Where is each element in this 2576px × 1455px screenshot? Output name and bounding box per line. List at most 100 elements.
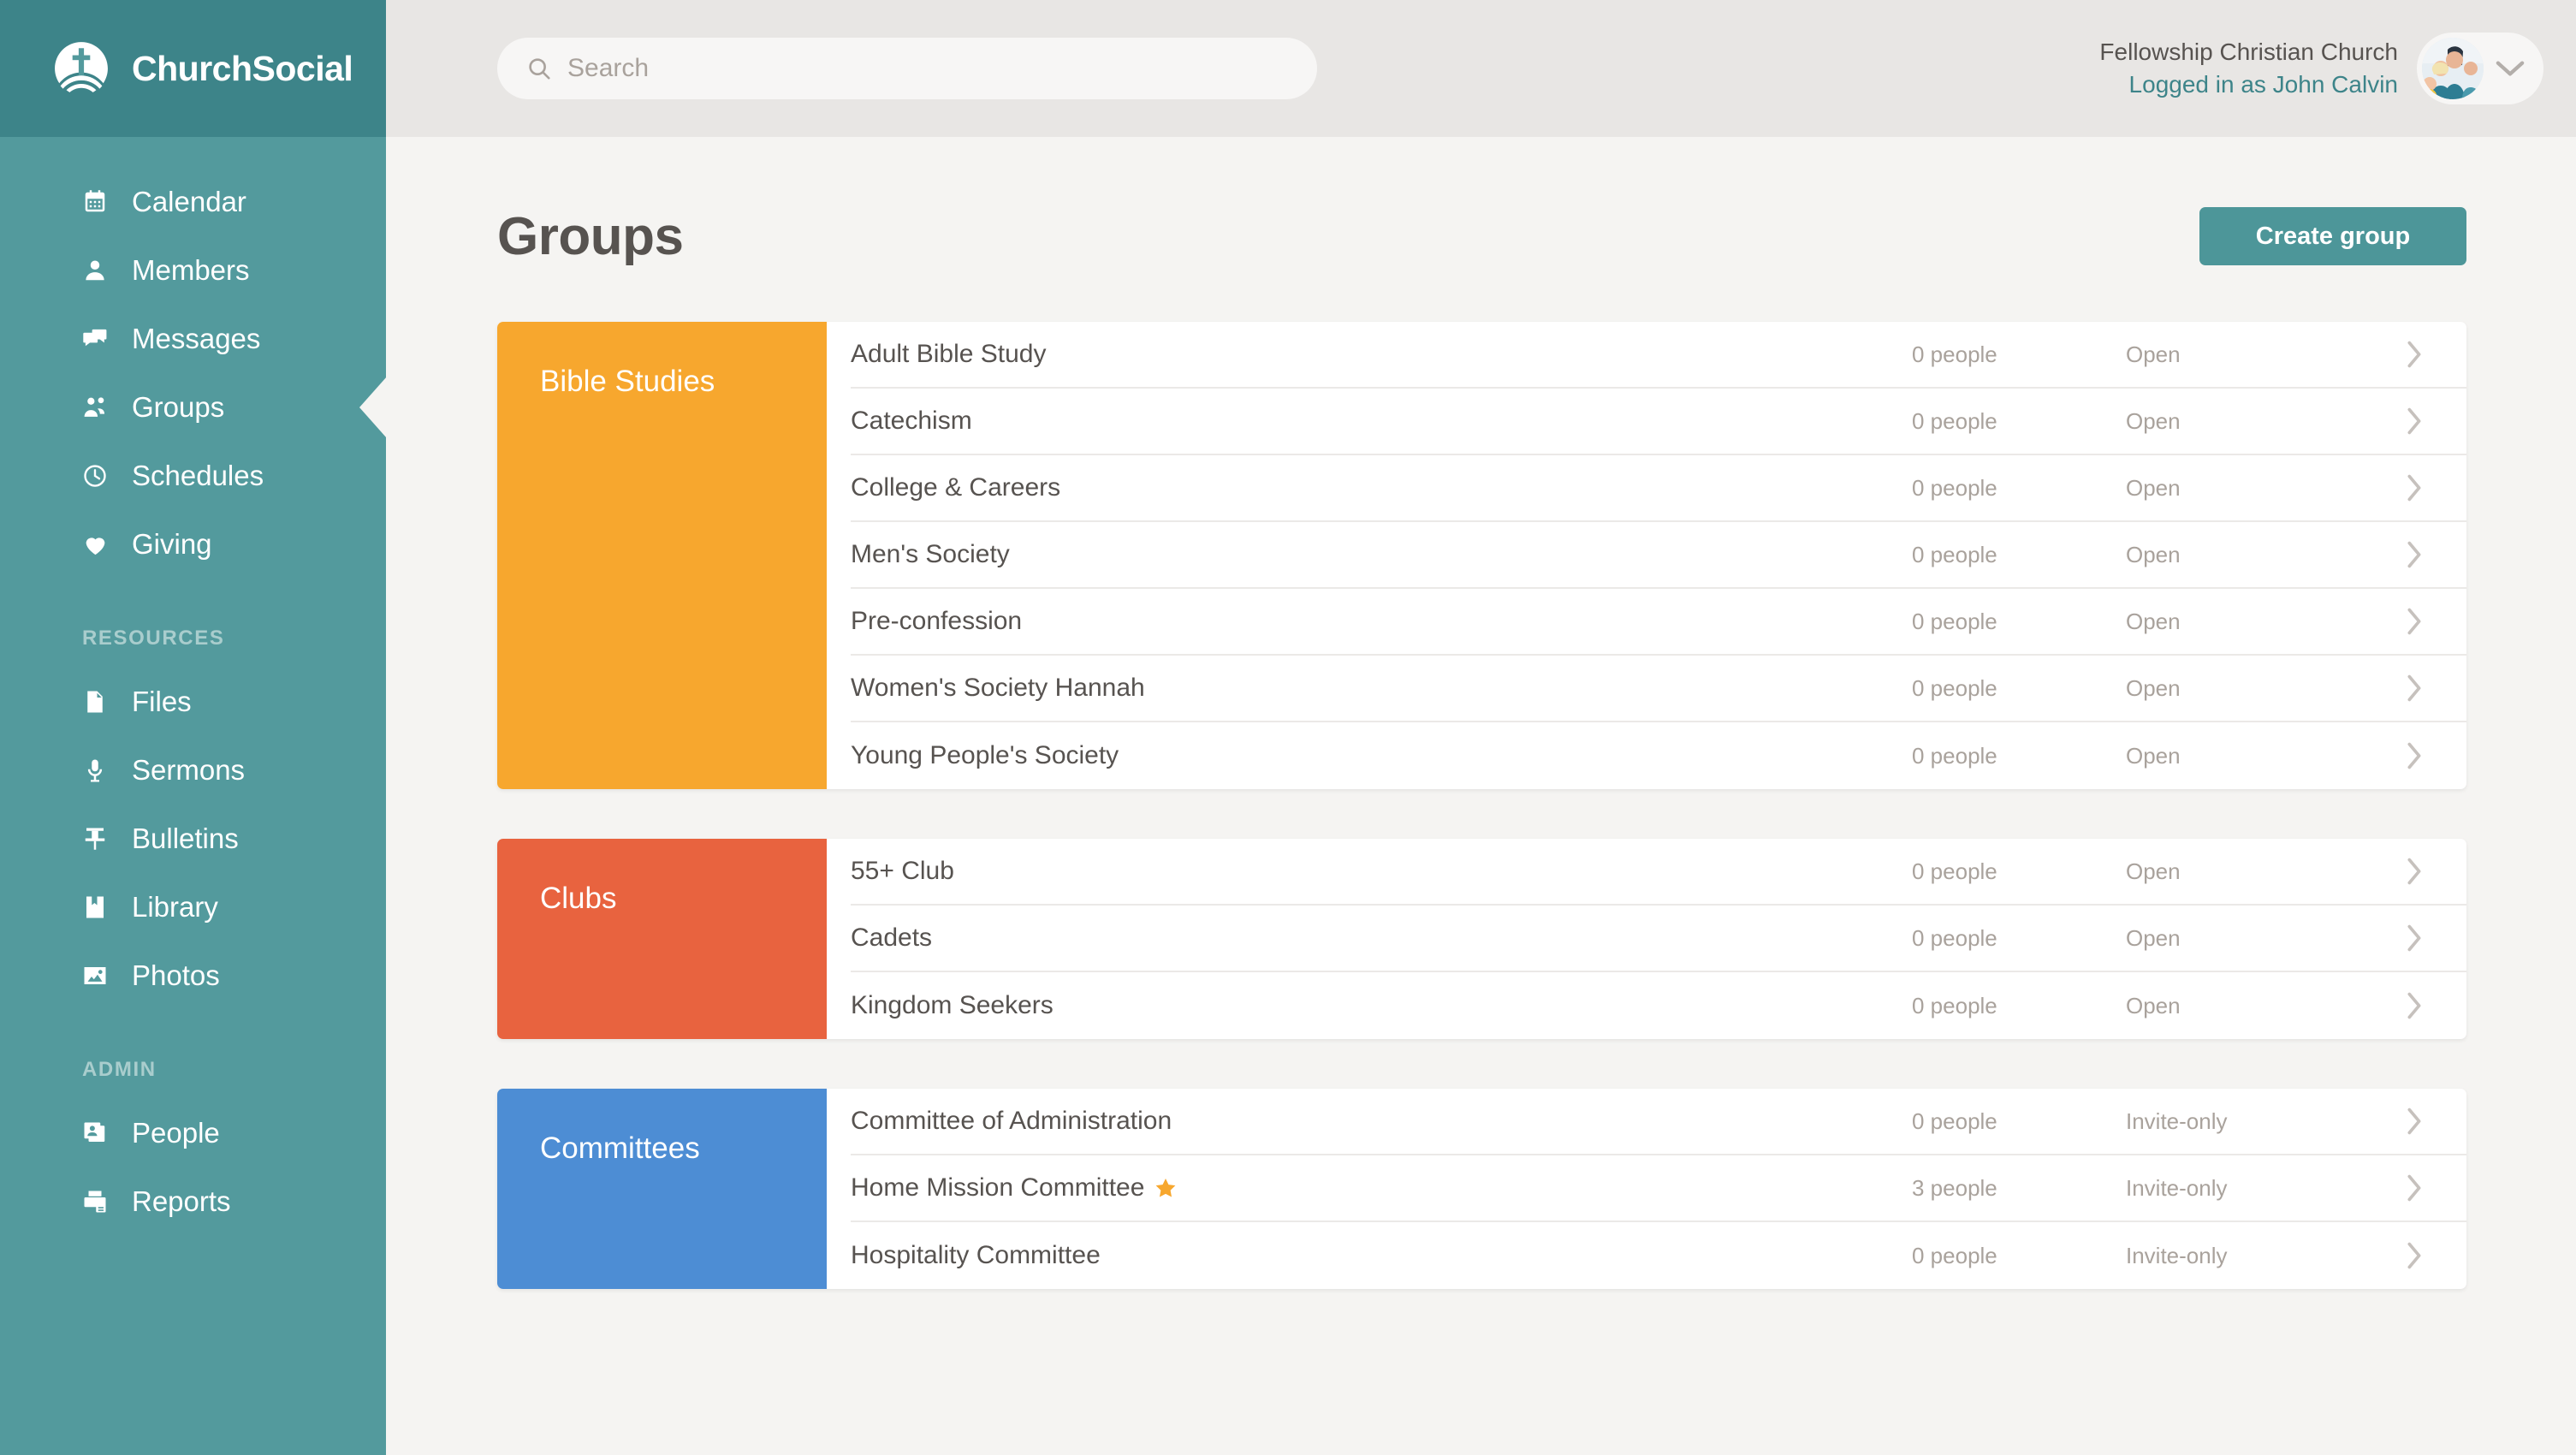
search-icon [526,56,552,81]
page-header: Groups Create group [497,197,2466,276]
sidebar-item-label: People [132,1117,220,1149]
group-row[interactable]: Young People's Society 0 people Open [851,722,2466,789]
printer-icon [80,1187,110,1216]
group-people-count: 0 people [1912,341,1997,367]
sidebar-item-label: Calendar [132,186,246,217]
chevron-right-icon[interactable] [2400,473,2429,502]
group-name-cell: Hospitality Committee [851,1241,1912,1270]
account-pill[interactable] [2417,33,2543,104]
account-church-name: Fellowship Christian Church [2099,39,2398,66]
sidebar-item-giving[interactable]: Giving [0,510,386,579]
app-root: ChurchSocial Calendar Members Messages G… [0,0,2576,1455]
group-category-label: Committees [540,1131,700,1165]
sidebar-item-label: Sermons [132,754,246,786]
group-row[interactable]: Committee of Administration 0 people Invit… [851,1089,2466,1155]
sidebar-item-label: Library [132,891,218,923]
page-content: Groups Create group Bible Studies Adult B… [386,137,2576,1455]
group-row[interactable]: Hospitality Committee 0 people Invite-only [851,1222,2466,1289]
group-name-cell: College & Careers [851,473,1912,502]
calendar-icon [80,187,110,217]
group-row[interactable]: Adult Bible Study 0 people Open [851,322,2466,389]
sidebar-item-label: Giving [132,528,212,560]
sidebar-item-calendar[interactable]: Calendar [0,168,386,236]
group-people-count: 0 people [1912,992,1997,1018]
group-people-count: 0 people [1912,858,1997,884]
sidebar-item-library[interactable]: Library [0,873,386,941]
group-name: Catechism [851,407,972,435]
chevron-right-icon[interactable] [2400,540,2429,569]
group-name-cell: Men's Society [851,540,1912,569]
account-text: Fellowship Christian Church Logged in as… [2099,36,2398,100]
group-name-cell: Adult Bible Study [851,340,1912,369]
sidebar-item-label: Schedules [132,460,264,491]
chevron-right-icon[interactable] [2400,340,2429,369]
group-people-count: 0 people [1912,1242,1997,1268]
group-name-cell: Home Mission Committee [851,1173,1912,1203]
chevron-down-icon[interactable] [2496,60,2525,77]
group-status-badge: Open [2126,674,2181,701]
sidebar-item-groups[interactable]: Groups [0,373,387,442]
group-name: Men's Society [851,540,1010,568]
group-row[interactable]: Women's Society Hannah 0 people Open [851,656,2466,722]
group-people-count: 0 people [1912,541,1997,567]
group-row-list: 55+ Club 0 people Open Cadets 0 people Open Ki… [827,839,2466,1039]
chevron-right-icon[interactable] [2400,407,2429,436]
microphone-icon [80,756,110,785]
page-title: Groups [497,206,684,266]
people-cards-icon [80,1119,110,1148]
sidebar-item-messages[interactable]: Messages [0,305,386,373]
group-name-cell: Cadets [851,923,1912,953]
chevron-right-icon[interactable] [2400,1241,2429,1270]
chevron-right-icon[interactable] [2400,991,2429,1020]
chevron-right-icon[interactable] [2400,674,2429,703]
sidebar-item-label: Groups [132,391,225,423]
chevron-right-icon[interactable] [2400,923,2429,953]
chevron-right-icon[interactable] [2400,857,2429,886]
group-name-cell: Women's Society Hannah [851,674,1912,703]
group-row[interactable]: Men's Society 0 people Open [851,522,2466,589]
group-row[interactable]: Cadets 0 people Open [851,906,2466,972]
sidebar-item-members[interactable]: Members [0,236,386,305]
group-people-count: 0 people [1912,407,1997,434]
account-menu[interactable]: Fellowship Christian Church Logged in as… [2099,33,2543,104]
sidebar-item-schedules[interactable]: Schedules [0,442,386,510]
group-name-cell: Catechism [851,407,1912,436]
sidebar-item-bulletins[interactable]: Bulletins [0,805,386,873]
sidebar-item-people[interactable]: People [0,1099,386,1167]
group-status-badge: Open [2126,541,2181,567]
search-input[interactable]: Search [497,38,1317,99]
chevron-right-icon[interactable] [2400,1107,2429,1136]
create-group-button[interactable]: Create group [2199,207,2466,265]
brand-logo[interactable]: ChurchSocial [0,0,386,137]
sidebar-item-label: Messages [132,323,261,354]
group-name-cell: Committee of Administration [851,1107,1912,1136]
chevron-right-icon[interactable] [2400,607,2429,636]
sidebar-item-sermons[interactable]: Sermons [0,736,386,805]
group-row[interactable]: Pre-confession 0 people Open [851,589,2466,656]
group-status-badge: Invite-only [2126,1174,2228,1201]
group-row[interactable]: Home Mission Committee 3 people Invite-onl… [851,1155,2466,1222]
main-area: Search Fellowship Christian Church Logge… [386,0,2576,1455]
group-people-count: 0 people [1912,1108,1997,1134]
sidebar-item-reports[interactable]: Reports [0,1167,386,1236]
group-people-icon [80,393,110,422]
brand-name: ChurchSocial [132,48,353,88]
active-indicator-arrow [359,377,387,438]
avatar [2422,38,2484,99]
sidebar-item-photos[interactable]: Photos [0,941,386,1010]
group-people-count: 0 people [1912,474,1997,501]
group-row[interactable]: Kingdom Seekers 0 people Open [851,972,2466,1039]
group-row[interactable]: 55+ Club 0 people Open [851,839,2466,906]
group-row[interactable]: Catechism 0 people Open [851,389,2466,455]
group-people-count: 0 people [1912,608,1997,634]
group-row[interactable]: College & Careers 0 people Open [851,455,2466,522]
group-name: Adult Bible Study [851,340,1047,368]
group-row-list: Adult Bible Study 0 people Open Catechism 0 … [827,322,2466,789]
sidebar-item-files[interactable]: Files [0,668,386,736]
group-status-badge: Open [2126,742,2181,769]
chevron-right-icon[interactable] [2400,1173,2429,1203]
chevron-right-icon[interactable] [2400,741,2429,770]
group-name-cell: Pre-confession [851,607,1912,636]
search-placeholder: Search [567,54,650,82]
book-icon [80,893,110,922]
